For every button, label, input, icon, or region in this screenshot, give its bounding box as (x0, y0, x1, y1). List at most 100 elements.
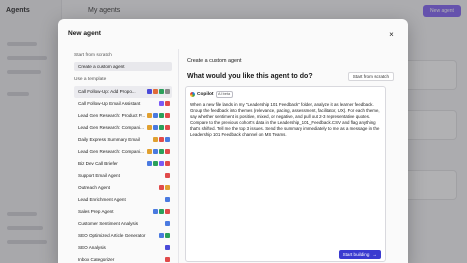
template-item[interactable]: SEO Optimized Article Generator (74, 230, 172, 242)
integration-icon (165, 161, 170, 166)
integration-icons (165, 245, 170, 250)
template-item[interactable]: Lead Enrichment Agent (74, 194, 172, 206)
integration-icon (147, 89, 152, 94)
template-item[interactable]: Lead Gen Research: Product P... (74, 110, 172, 122)
integration-icon (165, 101, 170, 106)
integration-icon (165, 221, 170, 226)
create-custom-agent-item[interactable]: Create a custom agent (74, 62, 172, 71)
integration-icon (159, 125, 164, 130)
integration-icons (165, 173, 170, 178)
template-item[interactable]: Call Follow-Up Email Assistant (74, 98, 172, 110)
template-item[interactable]: SEO Analysis (74, 242, 172, 254)
integration-icon (165, 245, 170, 250)
start-building-button[interactable]: Start building → (338, 250, 381, 259)
integration-icon (165, 209, 170, 214)
template-label: Lead Enrichment Agent (78, 197, 126, 202)
template-label: Sales Prep Agent (78, 209, 114, 214)
beta-badge: AI beta (215, 90, 233, 98)
copilot-header: Copilot AI beta (190, 90, 233, 98)
template-item[interactable]: Customer Sentiment Analysis (74, 218, 172, 230)
integration-icons (153, 209, 170, 214)
integration-icon (159, 185, 164, 190)
integration-icons (147, 89, 170, 94)
template-item[interactable]: Daily Express Summary Email (74, 134, 172, 146)
integration-icons (147, 125, 170, 130)
arrow-right-icon: → (372, 252, 377, 257)
integration-icons (159, 101, 170, 106)
template-label: SEO Analysis (78, 245, 106, 250)
integration-icon (165, 113, 170, 118)
template-label: Lead Gen Research: Product P... (78, 113, 146, 118)
integration-icon (165, 149, 170, 154)
integration-icons (147, 149, 170, 154)
template-label: Call Follow-Up: Add Propo... (78, 89, 136, 94)
integration-icon (165, 233, 170, 238)
integration-icon (153, 89, 158, 94)
integration-icon (153, 137, 158, 142)
integration-icon (165, 137, 170, 142)
integration-icon (159, 233, 164, 238)
integration-icons (165, 221, 170, 226)
copilot-label: Copilot (197, 91, 214, 97)
modal-title: New agent (68, 30, 101, 37)
template-label: Lead Gen Research: Compani... (78, 125, 144, 130)
integration-icon (153, 161, 158, 166)
prompt-input[interactable]: Copilot AI beta When a new file lands in… (185, 86, 386, 262)
integration-icon (165, 257, 170, 262)
integration-icon (153, 149, 158, 154)
start-building-label: Start building (342, 252, 370, 257)
template-label: Support Email Agent (78, 173, 120, 178)
integration-icon (147, 113, 152, 118)
template-item[interactable]: Call Follow-Up: Add Propo... (74, 86, 172, 98)
template-panel: Start from scratch Create a custom agent… (74, 53, 172, 263)
template-section-label: Use a template (74, 77, 107, 82)
panel-header: Create a custom agent (187, 58, 242, 64)
integration-icons (165, 257, 170, 262)
custom-agent-panel: Create a custom agent What would you lik… (178, 49, 398, 263)
integration-icon (165, 173, 170, 178)
integration-icon (159, 161, 164, 166)
template-item[interactable]: Lead Gen Research: Compani... (74, 122, 172, 134)
copilot-icon (190, 91, 195, 97)
template-label: Outreach Agent (78, 185, 110, 190)
integration-icon (147, 161, 152, 166)
template-item[interactable]: Biz Dev Call Briefer (74, 158, 172, 170)
template-label: Inbox Categorizer (78, 257, 115, 262)
integration-icon (153, 209, 158, 214)
close-icon[interactable]: × (387, 30, 396, 39)
template-label: SEO Optimized Article Generator (78, 233, 146, 238)
template-item[interactable]: Sales Prep Agent (74, 206, 172, 218)
integration-icons (159, 233, 170, 238)
template-label: Call Follow-Up Email Assistant (78, 101, 141, 106)
integration-icon (159, 149, 164, 154)
integration-icon (165, 197, 170, 202)
integration-icon (147, 149, 152, 154)
integration-icon (159, 209, 164, 214)
integration-icon (165, 89, 170, 94)
integration-icon (159, 101, 164, 106)
integration-icon (153, 113, 158, 118)
integration-icons (159, 185, 170, 190)
template-item[interactable]: Lead Gen Research: Compani... (74, 146, 172, 158)
template-item[interactable]: Support Email Agent (74, 170, 172, 182)
template-item[interactable]: Outreach Agent (74, 182, 172, 194)
integration-icon (165, 125, 170, 130)
integration-icon (159, 137, 164, 142)
template-label: Daily Express Summary Email (78, 137, 140, 142)
template-item[interactable]: Inbox Categorizer (74, 254, 172, 263)
integration-icon (147, 125, 152, 130)
integration-icons (147, 113, 170, 118)
prompt-text[interactable]: When a new file lands in my "Leadership … (190, 102, 382, 138)
agent-question: What would you like this agent to do? (187, 73, 313, 80)
integration-icon (159, 89, 164, 94)
template-label: Customer Sentiment Analysis (78, 221, 138, 226)
start-from-scratch-button[interactable]: Start from scratch (347, 72, 394, 81)
integration-icon (153, 125, 158, 130)
integration-icon (165, 185, 170, 190)
new-agent-modal: New agent × Start from scratch Create a … (58, 19, 408, 263)
integration-icon (159, 113, 164, 118)
integration-icons (147, 161, 170, 166)
template-label: Lead Gen Research: Compani... (78, 149, 144, 154)
template-list: Call Follow-Up: Add Propo... Call Follow-… (74, 86, 172, 263)
template-label: Biz Dev Call Briefer (78, 161, 118, 166)
